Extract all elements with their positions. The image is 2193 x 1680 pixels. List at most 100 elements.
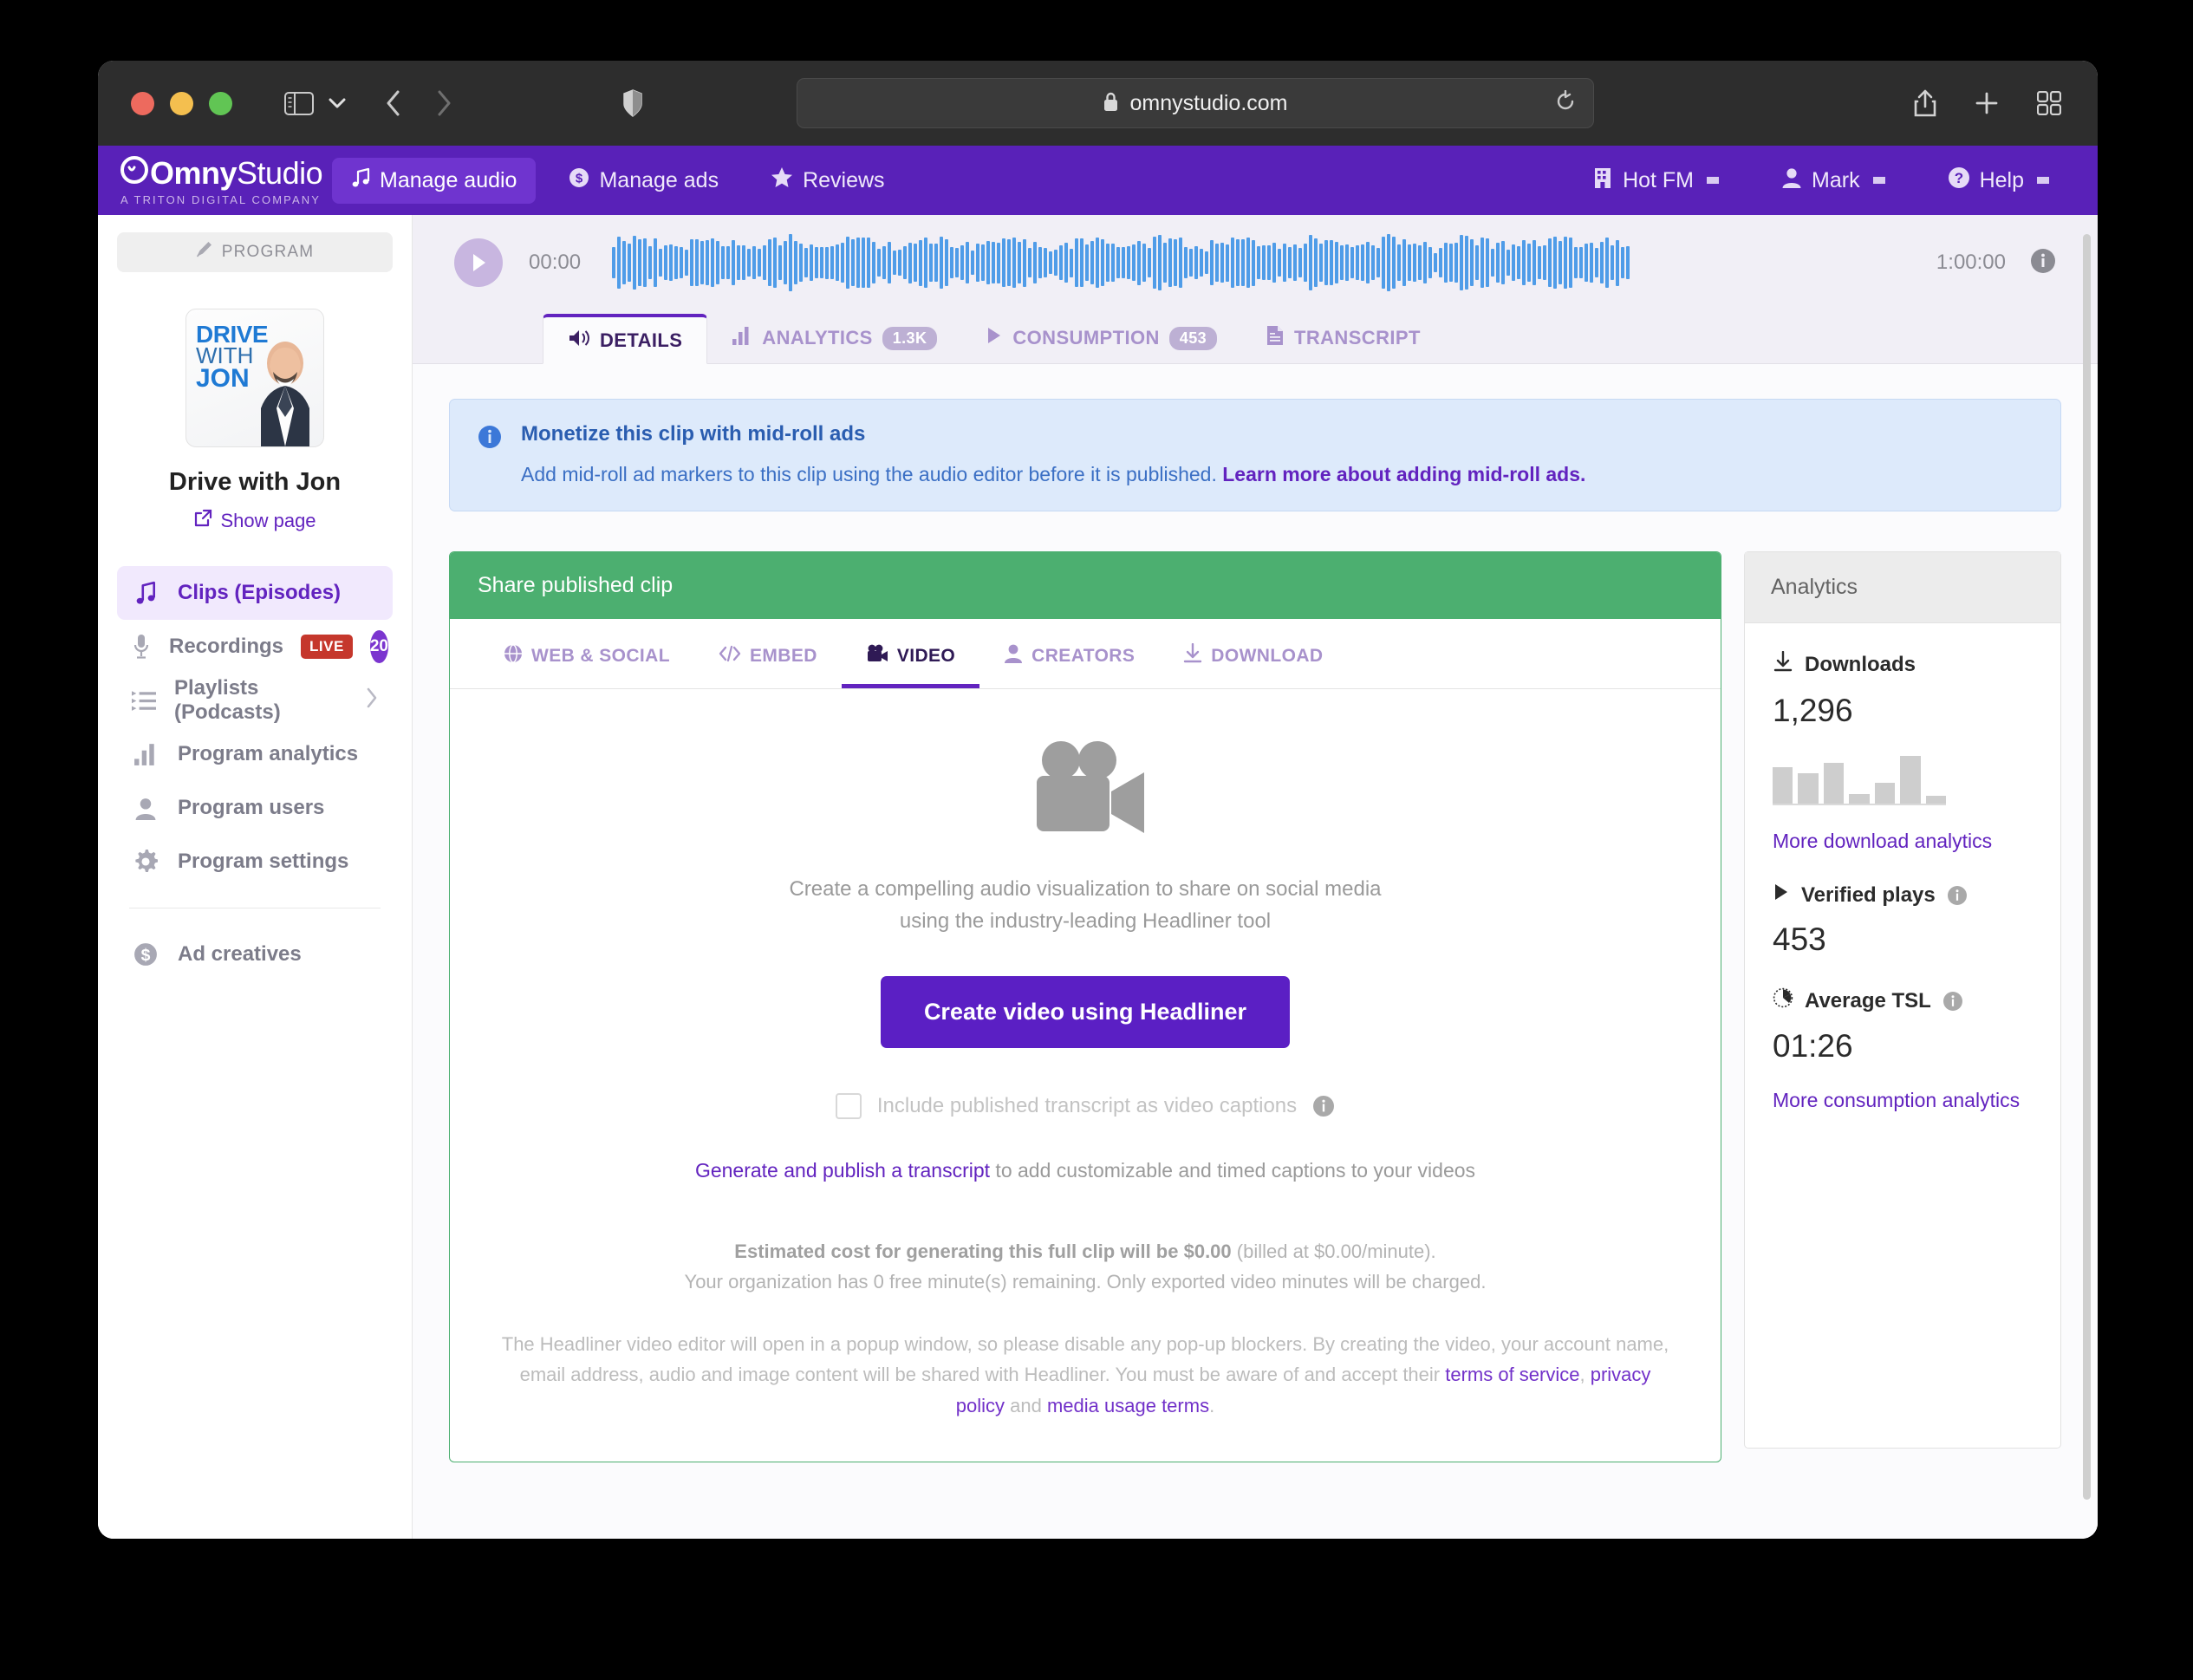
waveform-bar (1444, 242, 1448, 283)
audio-player-bar: 00:00 1:00:00 (413, 215, 2098, 310)
header-help-menu[interactable]: ? Help (1929, 157, 2068, 205)
waveform-bar (934, 244, 939, 282)
chevron-down-icon[interactable] (328, 97, 347, 109)
sidebar: PROGRAM DRIVE WITH JON Drive with Jon Sh… (98, 215, 413, 1539)
create-video-using-headliner-button[interactable]: Create video using Headliner (880, 975, 1291, 1048)
subtab-web-and-social[interactable]: WEB & SOCIAL (479, 643, 694, 688)
analytics-panel-body: Downloads 1,296 More download analytics … (1745, 623, 2060, 1112)
sidebar-item-program-settings[interactable]: Program settings (117, 835, 393, 889)
tab-consumption[interactable]: CONSUMPTION 453 (961, 313, 1241, 363)
header-org-selector[interactable]: Hot FM (1573, 157, 1738, 205)
clock-icon (1773, 987, 1793, 1014)
vertical-scrollbar[interactable] (2083, 234, 2091, 1500)
reload-icon[interactable] (1555, 89, 1576, 117)
include-captions-checkbox[interactable] (835, 1092, 862, 1119)
header-user-menu[interactable]: Mark (1762, 157, 1904, 205)
sidebar-item-recordings[interactable]: Recordings LIVE 20 (117, 620, 393, 674)
audio-waveform[interactable] (612, 234, 1905, 291)
share-icon[interactable] (1914, 89, 1936, 117)
waveform-bar (1361, 244, 1365, 281)
mini-bar (1900, 756, 1921, 804)
waveform-bar (1163, 242, 1168, 283)
more-consumption-analytics-link[interactable]: More consumption analytics (1773, 1089, 2033, 1112)
microphone-icon (131, 634, 152, 660)
question-circle-icon: ? (1948, 166, 1970, 195)
waveform-bar (1564, 237, 1568, 289)
app-logo[interactable]: Omny Studio A TRITON DIGITAL COMPANY (112, 155, 332, 206)
waveform-bar (1132, 244, 1136, 282)
browser-window: omnystudio.com Omny Studio A TRITON DIGI… (98, 61, 2098, 1539)
subtab-creators[interactable]: CREATORS (979, 643, 1159, 688)
waveform-bar (1366, 242, 1370, 283)
header-nav-manage-audio[interactable]: Manage audio (332, 157, 537, 204)
sidebar-item-ad-creatives[interactable]: $ Ad creatives (117, 928, 393, 981)
waveform-bar (1559, 240, 1563, 285)
subtab-label: VIDEO (896, 645, 956, 666)
waveform-bar (1288, 246, 1292, 279)
tab-analytics[interactable]: ANALYTICS 1.3K (707, 313, 961, 363)
waveform-bar (799, 243, 804, 283)
tab-transcript[interactable]: TRANSCRIPT (1241, 313, 1445, 363)
subtab-download[interactable]: DOWNLOAD (1159, 642, 1347, 688)
waveform-bar (794, 241, 798, 284)
waveform-bar (1226, 244, 1230, 282)
tab-overview-icon[interactable] (2037, 91, 2061, 115)
plus-icon[interactable] (1975, 91, 1999, 115)
show-page-link[interactable]: Show page (117, 509, 393, 533)
status-badge-live: LIVE (301, 635, 353, 659)
waveform-bar (778, 245, 783, 280)
chevron-left-icon[interactable] (385, 89, 402, 117)
waveform-bar (1486, 238, 1490, 288)
share-subtabs: WEB & SOCIAL EMBED VIDEO CREATORS DOWNLO… (450, 619, 1721, 690)
info-icon[interactable] (1947, 885, 1968, 906)
document-icon (1266, 325, 1285, 351)
header-nav-manage-ads[interactable]: $ Manage ads (550, 158, 738, 204)
generate-transcript-link[interactable]: Generate and publish a transcript (695, 1159, 990, 1182)
waveform-bar (950, 246, 954, 279)
chevron-right-icon[interactable] (435, 89, 452, 117)
waveform-bar (617, 237, 621, 289)
waveform-bar (1168, 238, 1173, 287)
bar-chart-icon (131, 743, 160, 765)
minimize-window-button[interactable] (170, 91, 193, 115)
waveform-bar (1210, 240, 1214, 285)
header-org-label: Hot FM (1623, 167, 1695, 192)
terms-of-service-link[interactable]: terms of service (1445, 1364, 1579, 1385)
waveform-bar (971, 250, 975, 276)
user-icon (1781, 166, 1802, 195)
info-icon[interactable] (1312, 1095, 1335, 1117)
learn-more-link[interactable]: Learn more about adding mid-roll ads. (1222, 463, 1585, 485)
waveform-bar (903, 245, 908, 280)
maximize-window-button[interactable] (209, 91, 232, 115)
sidebar-item-playlists[interactable]: Playlists (Podcasts) (117, 674, 393, 727)
sidebar-item-program-users[interactable]: Program users (117, 781, 393, 835)
more-download-analytics-link[interactable]: More download analytics (1773, 830, 2033, 853)
subtab-embed[interactable]: EMBED (694, 643, 842, 688)
waveform-bar (1012, 238, 1017, 288)
total-duration-label: 1:00:00 (1936, 251, 2006, 274)
legal-end: . (1209, 1395, 1215, 1417)
chevron-down-icon (1872, 177, 1885, 184)
waveform-bar (1200, 249, 1204, 277)
program-pill-label: PROGRAM (221, 243, 315, 261)
info-icon[interactable] (2030, 248, 2056, 278)
media-usage-terms-link[interactable]: media usage terms (1047, 1395, 1209, 1416)
tab-details[interactable]: DETAILS (543, 314, 708, 364)
header-nav-reviews[interactable]: Reviews (752, 157, 903, 204)
info-icon[interactable] (1942, 991, 1963, 1012)
waveform-bar (888, 241, 892, 284)
shield-icon[interactable] (622, 89, 643, 117)
mini-bar (1823, 763, 1845, 804)
waveform-bar (960, 244, 965, 281)
waveform-bar (1626, 245, 1630, 280)
sidebar-toggle-icon[interactable] (284, 91, 314, 115)
sidebar-item-program-analytics[interactable]: Program analytics (117, 727, 393, 781)
subtab-video[interactable]: VIDEO (841, 643, 980, 689)
play-button[interactable] (454, 238, 503, 287)
waveform-bar (804, 247, 809, 278)
sidebar-item-clips[interactable]: Clips (Episodes) (117, 566, 393, 620)
tab-label: ANALYTICS (762, 327, 873, 348)
address-bar[interactable]: omnystudio.com (797, 78, 1594, 128)
video-camera-icon (497, 741, 1674, 843)
close-window-button[interactable] (131, 91, 154, 115)
